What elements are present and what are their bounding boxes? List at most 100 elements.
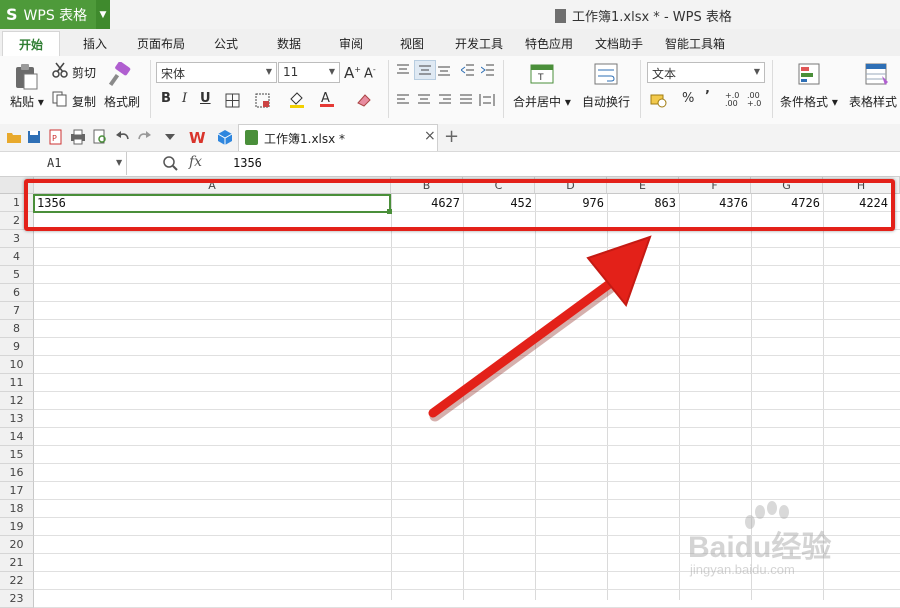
- italic-button[interactable]: I: [182, 91, 187, 106]
- export-pdf-icon[interactable]: P: [48, 129, 64, 145]
- align-center-icon[interactable]: [417, 94, 431, 106]
- conditional-format-button[interactable]: 条件格式 ▾: [780, 93, 838, 110]
- chevron-down-icon[interactable]: ▼: [96, 0, 110, 29]
- align-right-icon[interactable]: [438, 94, 452, 106]
- print-icon[interactable]: [70, 129, 86, 145]
- row-header-13[interactable]: 13: [0, 410, 34, 428]
- wrap-text-icon[interactable]: [594, 62, 618, 86]
- row-header-8[interactable]: 8: [0, 320, 34, 338]
- indent-decrease-icon[interactable]: [461, 64, 475, 76]
- row-header-4[interactable]: 4: [0, 248, 34, 266]
- font-size-select[interactable]: 11 ▼: [278, 62, 340, 83]
- row-header-3[interactable]: 3: [0, 230, 34, 248]
- fill-color-icon[interactable]: [288, 90, 306, 108]
- redo-icon[interactable]: [137, 130, 152, 144]
- tab-formulas[interactable]: 公式: [214, 35, 238, 52]
- currency-icon[interactable]: [650, 92, 668, 108]
- document-tab-title: 工作簿1.xlsx *: [264, 132, 346, 146]
- table-style-icon[interactable]: [864, 62, 890, 88]
- align-middle-icon[interactable]: [414, 60, 436, 80]
- comma-button[interactable]: ’: [705, 89, 710, 104]
- justify-icon[interactable]: [459, 94, 473, 106]
- bold-button[interactable]: B: [161, 91, 171, 106]
- row-header-22[interactable]: 22: [0, 572, 34, 590]
- format-painter-icon[interactable]: [108, 62, 134, 88]
- clear-format-icon[interactable]: [355, 91, 373, 109]
- document-tab[interactable]: 工作簿1.xlsx * ×: [238, 124, 438, 151]
- row-header-21[interactable]: 21: [0, 554, 34, 572]
- row-header-12[interactable]: 12: [0, 392, 34, 410]
- tab-data[interactable]: 数据: [277, 35, 301, 52]
- close-tab-icon[interactable]: ×: [424, 128, 436, 144]
- conditional-format-icon[interactable]: [797, 62, 823, 88]
- row-header-19[interactable]: 19: [0, 518, 34, 536]
- copy-icon[interactable]: [52, 91, 68, 107]
- decrease-decimal-button[interactable]: .00 +.0: [747, 92, 765, 108]
- tab-insert[interactable]: 插入: [83, 35, 107, 52]
- row-header-23[interactable]: 23: [0, 590, 34, 608]
- row-header-18[interactable]: 18: [0, 500, 34, 518]
- cut-button[interactable]: 剪切: [72, 64, 96, 81]
- tab-features[interactable]: 特色应用: [525, 35, 573, 52]
- scissors-icon[interactable]: [52, 62, 68, 78]
- wrap-text-button[interactable]: 自动换行: [582, 93, 630, 110]
- align-bottom-icon[interactable]: [437, 64, 451, 76]
- svg-text:A: A: [321, 91, 330, 106]
- row-header-15[interactable]: 15: [0, 446, 34, 464]
- wps-w-icon[interactable]: W: [188, 129, 208, 145]
- tab-developer[interactable]: 开发工具: [455, 35, 503, 52]
- font-shrink-icon[interactable]: A-: [364, 65, 376, 81]
- font-color-icon[interactable]: A: [318, 89, 336, 107]
- percent-button[interactable]: %: [682, 91, 694, 106]
- tab-review[interactable]: 审阅: [339, 35, 363, 52]
- paste-icon[interactable]: [12, 62, 40, 90]
- row-header-10[interactable]: 10: [0, 356, 34, 374]
- row-header-6[interactable]: 6: [0, 284, 34, 302]
- open-folder-icon[interactable]: [6, 130, 22, 144]
- row-header-16[interactable]: 16: [0, 464, 34, 482]
- underline-button[interactable]: U: [200, 91, 211, 106]
- paste-button[interactable]: 粘贴 ▾: [10, 93, 44, 110]
- print-preview-icon[interactable]: [92, 129, 108, 145]
- row-header-14[interactable]: 14: [0, 428, 34, 446]
- tab-home[interactable]: 开始: [2, 31, 60, 56]
- copy-button[interactable]: 复制: [72, 93, 96, 110]
- row-header-11[interactable]: 11: [0, 374, 34, 392]
- align-left-icon[interactable]: [396, 94, 410, 106]
- tab-smart-toolbox[interactable]: 智能工具箱: [665, 35, 725, 52]
- table-style-button[interactable]: 表格样式: [849, 93, 897, 110]
- new-tab-icon[interactable]: +: [444, 126, 459, 147]
- align-top-icon[interactable]: [396, 64, 410, 76]
- merge-center-button[interactable]: 合并居中 ▾: [513, 93, 571, 110]
- insert-function-button[interactable]: fx: [189, 154, 202, 170]
- row-header-20[interactable]: 20: [0, 536, 34, 554]
- increase-decimal-button[interactable]: +.0 .00: [725, 92, 743, 108]
- format-painter-button[interactable]: 格式刷: [104, 93, 140, 110]
- cloud-cube-icon[interactable]: [216, 129, 234, 146]
- merge-center-icon[interactable]: T: [530, 62, 554, 86]
- border-icon[interactable]: [224, 92, 240, 108]
- number-format-select[interactable]: 文本 ▼: [647, 62, 765, 83]
- name-box[interactable]: A1 ▼: [0, 152, 127, 175]
- undo-icon[interactable]: [115, 130, 130, 144]
- tab-page-layout[interactable]: 页面布局: [137, 35, 185, 52]
- indent-increase-icon[interactable]: [481, 64, 495, 76]
- wps-menu-button[interactable]: S WPS 表格 ▼: [0, 0, 110, 29]
- chevron-down-icon[interactable]: ▼: [116, 158, 122, 167]
- menu-tabs: 开始 插入 页面布局 公式 数据 审阅 视图 开发工具 特色应用 文档助手 智能…: [0, 29, 900, 56]
- row-header-7[interactable]: 7: [0, 302, 34, 320]
- zoom-search-icon[interactable]: [162, 155, 178, 171]
- font-grow-icon[interactable]: A+: [344, 64, 361, 82]
- font-name-select[interactable]: 宋体 ▼: [156, 62, 277, 83]
- tab-view[interactable]: 视图: [400, 35, 424, 52]
- fill-pattern-icon[interactable]: [254, 92, 270, 108]
- svg-text:P: P: [52, 134, 57, 143]
- distribute-icon[interactable]: [479, 93, 495, 107]
- save-icon[interactable]: [27, 130, 41, 144]
- row-header-5[interactable]: 5: [0, 266, 34, 284]
- row-header-9[interactable]: 9: [0, 338, 34, 356]
- tab-doc-assistant[interactable]: 文档助手: [595, 35, 643, 52]
- customize-chevron-down-icon[interactable]: [164, 132, 176, 142]
- formula-input[interactable]: 1356: [233, 156, 262, 170]
- row-header-17[interactable]: 17: [0, 482, 34, 500]
